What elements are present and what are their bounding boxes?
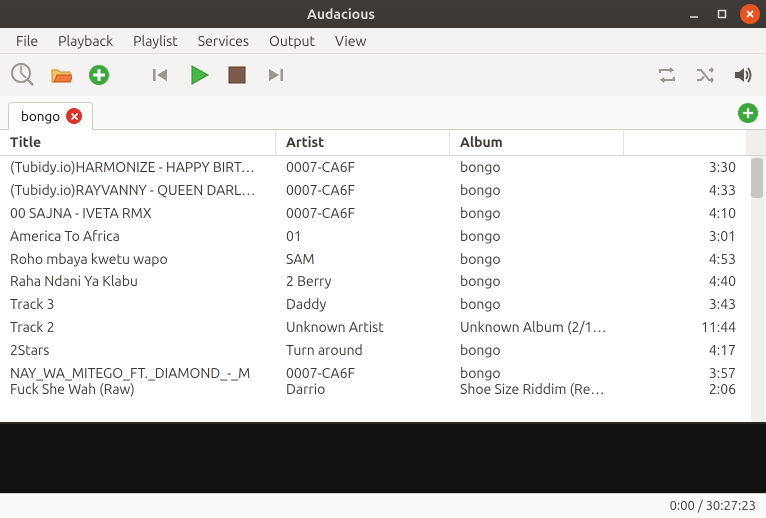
header-duration[interactable] — [676, 130, 746, 155]
cell-artist: 01 — [276, 228, 450, 244]
add-icon[interactable] — [86, 62, 112, 88]
add-playlist-icon[interactable] — [738, 103, 758, 123]
cell-title: Track 2 — [0, 319, 276, 335]
table-row[interactable]: America To Africa01bongo 3:01 — [0, 224, 766, 247]
shuffle-icon[interactable] — [692, 62, 718, 88]
table-row[interactable]: Raha Ndani Ya Klabu2 Berrybongo 4:40 — [0, 270, 766, 293]
table-row[interactable]: Track 2Unknown ArtistUnknown Album (2/15… — [0, 316, 766, 339]
cell-duration: 4:17 — [676, 342, 746, 358]
cell-duration: 3:01 — [676, 228, 746, 244]
cell-duration: 11:44 — [676, 319, 746, 335]
cell-album: Unknown Album (2/15… — [450, 319, 624, 335]
minimize-button[interactable] — [684, 4, 704, 24]
cell-duration: 4:33 — [676, 182, 746, 198]
cell-album: bongo — [450, 273, 624, 289]
cell-album: bongo — [450, 159, 624, 175]
menu-file[interactable]: File — [6, 30, 48, 52]
table-row[interactable]: Roho mbaya kwetu wapoSAMbongo 4:53 — [0, 247, 766, 270]
scrollbar-thumb[interactable] — [751, 158, 763, 198]
playlist-tab[interactable]: bongo — [8, 102, 93, 130]
visualizer — [0, 422, 766, 494]
statusbar: 0:00 / 30:27:23 — [0, 494, 766, 518]
cell-duration: 3:43 — [676, 296, 746, 312]
cell-artist: 2 Berry — [276, 273, 450, 289]
cell-album: bongo — [450, 182, 624, 198]
cell-artist: 0007-CA6F — [276, 159, 450, 175]
open-file-icon[interactable] — [48, 62, 74, 88]
next-icon[interactable] — [262, 62, 288, 88]
cell-artist: 0007-CA6F — [276, 365, 450, 381]
cell-title: 2Stars — [0, 342, 276, 358]
cell-title: Fuck She Wah (Raw) — [0, 381, 276, 397]
search-icon[interactable] — [10, 62, 36, 88]
menu-view[interactable]: View — [325, 30, 376, 52]
cell-album: bongo — [450, 342, 624, 358]
table-row[interactable]: 00 SAJNA - IVETA RMX0007-CA6Fbongo 4:10 — [0, 202, 766, 225]
playlist-tab-label: bongo — [21, 108, 60, 124]
cell-album: bongo — [450, 365, 624, 381]
table-row[interactable]: (Tubidy.io)RAYVANNY - QUEEN DARL…0007-CA… — [0, 179, 766, 202]
cell-album: bongo — [450, 296, 624, 312]
header-scroll-gutter — [746, 130, 766, 155]
header-album[interactable]: Album — [450, 130, 624, 155]
cell-title: (Tubidy.io)HARMONIZE - HAPPY BIRT… — [0, 159, 276, 175]
scrollbar-track[interactable] — [751, 156, 765, 422]
cell-duration: 4:40 — [676, 273, 746, 289]
cell-title: 00 SAJNA - IVETA RMX — [0, 205, 276, 221]
menu-playlist[interactable]: Playlist — [123, 30, 188, 52]
cell-title: Raha Ndani Ya Klabu — [0, 273, 276, 289]
cell-title: Track 3 — [0, 296, 276, 312]
cell-album: bongo — [450, 205, 624, 221]
cell-duration: 2:06 — [676, 381, 746, 397]
titlebar: Audacious — [0, 0, 766, 28]
cell-artist: 0007-CA6F — [276, 205, 450, 221]
window-title: Audacious — [6, 6, 676, 22]
column-headers: Title Artist Album — [0, 130, 766, 156]
menu-output[interactable]: Output — [259, 30, 325, 52]
previous-icon[interactable] — [148, 62, 174, 88]
header-spacer — [624, 130, 676, 155]
header-artist[interactable]: Artist — [276, 130, 450, 155]
cell-title: (Tubidy.io)RAYVANNY - QUEEN DARL… — [0, 182, 276, 198]
menu-services[interactable]: Services — [188, 30, 259, 52]
cell-title: America To Africa — [0, 228, 276, 244]
cell-artist: Daddy — [276, 296, 450, 312]
cell-duration: 3:30 — [676, 159, 746, 175]
table-row[interactable]: Track 3Daddybongo 3:43 — [0, 293, 766, 316]
table-row[interactable]: 2StarsTurn aroundbongo 4:17 — [0, 338, 766, 361]
cell-duration: 4:10 — [676, 205, 746, 221]
stop-icon[interactable] — [224, 62, 250, 88]
cell-album: Shoe Size Riddim (Re… — [450, 381, 624, 397]
menubar: File Playback Playlist Services Output V… — [0, 28, 766, 54]
cell-album: bongo — [450, 228, 624, 244]
play-icon[interactable] — [186, 62, 212, 88]
cell-artist: 0007-CA6F — [276, 182, 450, 198]
cell-artist: Unknown Artist — [276, 319, 450, 335]
repeat-icon[interactable] — [654, 62, 680, 88]
table-row[interactable]: Fuck She Wah (Raw)DarrioShoe Size Riddim… — [0, 384, 766, 395]
table-row[interactable]: (Tubidy.io)HARMONIZE - HAPPY BIRT…0007-C… — [0, 156, 766, 179]
toolbar — [0, 54, 766, 96]
cell-title: Roho mbaya kwetu wapo — [0, 251, 276, 267]
cell-duration: 4:53 — [676, 251, 746, 267]
close-tab-icon[interactable] — [66, 108, 82, 124]
time-status: 0:00 / 30:27:23 — [670, 499, 756, 513]
cell-artist: Darrio — [276, 381, 450, 397]
menu-playback[interactable]: Playback — [48, 30, 123, 52]
cell-album: bongo — [450, 251, 624, 267]
maximize-button[interactable] — [712, 4, 732, 24]
close-button[interactable] — [740, 4, 760, 24]
volume-icon[interactable] — [730, 62, 756, 88]
cell-artist: SAM — [276, 251, 450, 267]
cell-title: NAY_WA_MITEGO_FT._DIAMOND_-_M — [0, 365, 276, 381]
header-title[interactable]: Title — [0, 130, 276, 155]
playlist-tabbar: bongo — [0, 96, 766, 130]
cell-artist: Turn around — [276, 342, 450, 358]
cell-duration: 3:57 — [676, 365, 746, 381]
track-list[interactable]: (Tubidy.io)HARMONIZE - HAPPY BIRT…0007-C… — [0, 156, 766, 422]
